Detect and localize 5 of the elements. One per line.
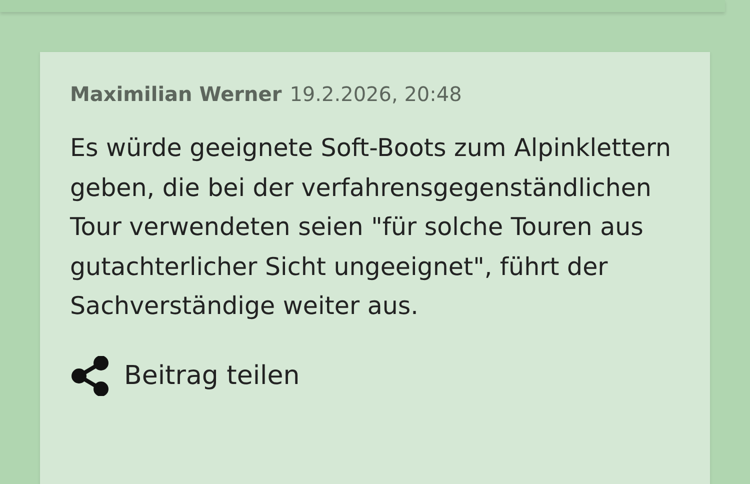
- share-icon: [70, 356, 110, 396]
- share-button[interactable]: Beitrag teilen: [70, 356, 300, 396]
- author-name: Maximilian Werner: [70, 82, 282, 106]
- comment-text: Es würde geeignete Soft-Boots zum Alpinklettern geben, die bei der verfahrensgegenständlichen Tour verwendeten seien "für solche Touren aus gutachterlicher Sicht ungeeignet", führt der Sachverständige weiter aus.: [70, 132, 672, 322]
- timestamp: 19.2.2026, 20:48: [290, 82, 462, 106]
